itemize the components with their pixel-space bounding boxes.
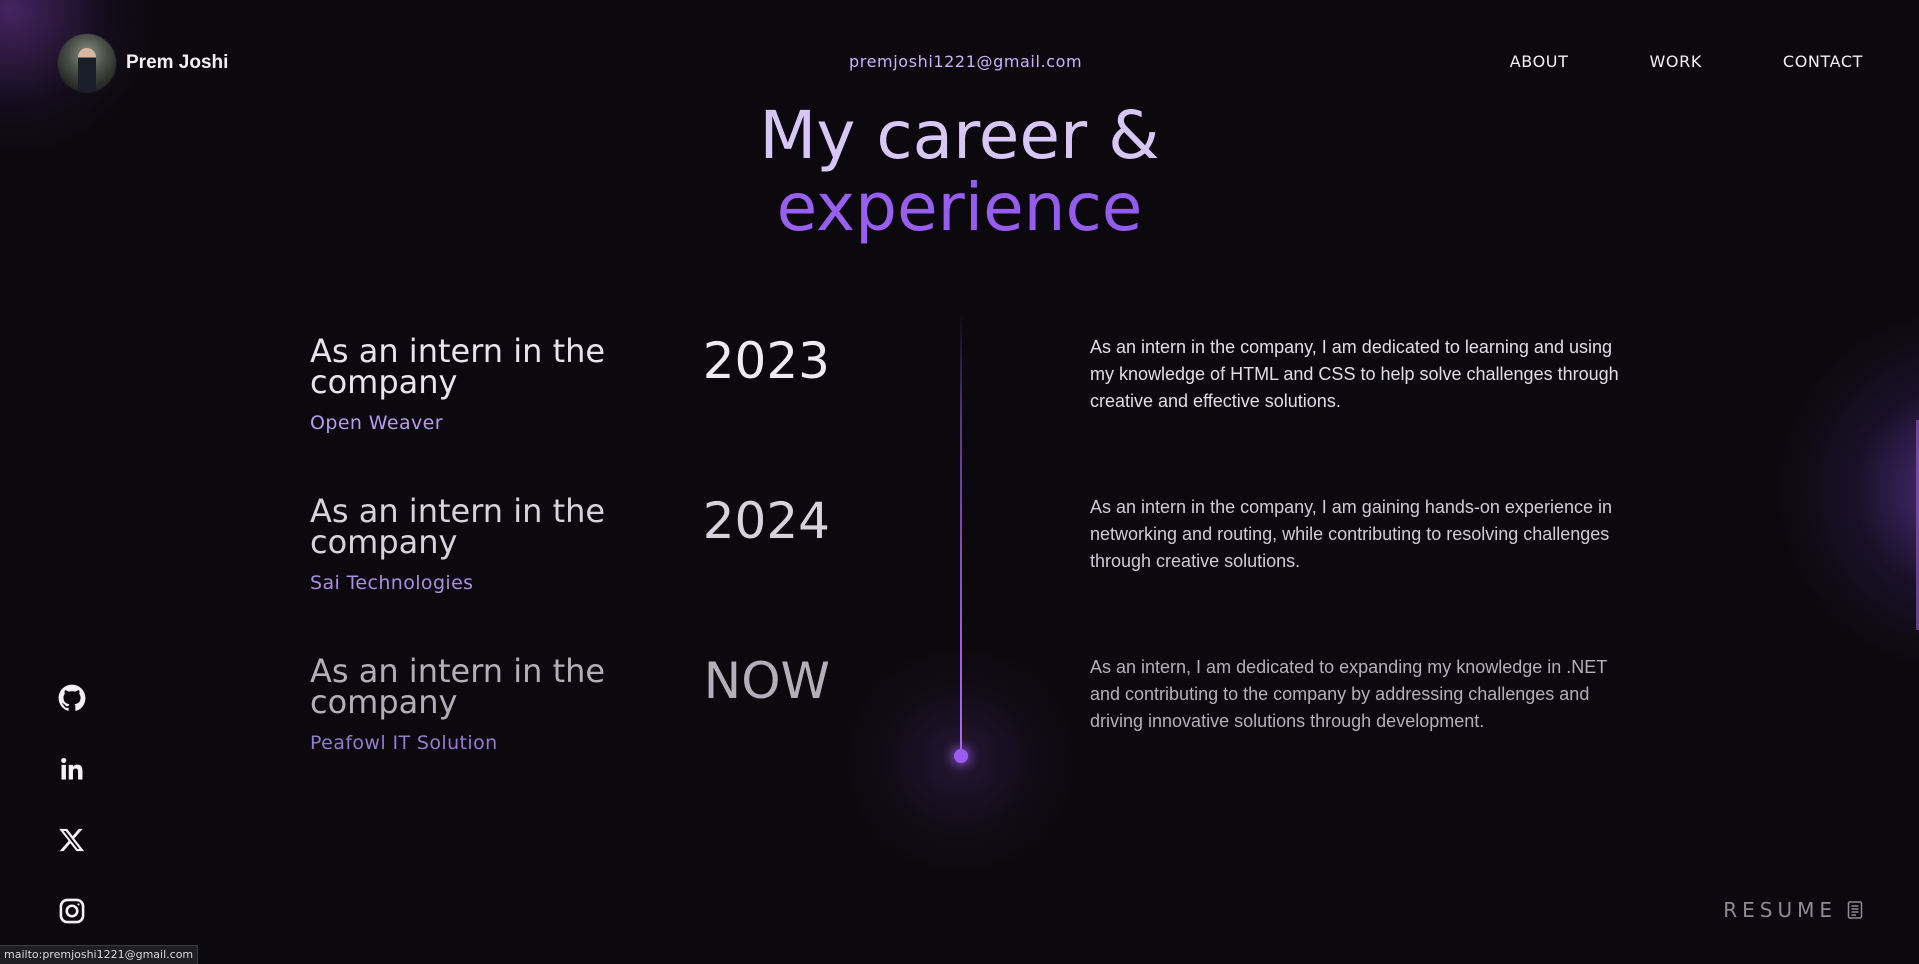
x-twitter-icon[interactable] — [58, 826, 86, 854]
brand-link[interactable]: Prem Joshi — [58, 34, 228, 92]
nav-work[interactable]: WORK — [1649, 52, 1701, 71]
instagram-icon[interactable] — [58, 897, 86, 925]
title-line-2: experience — [0, 172, 1919, 244]
title-line-1: My career & — [759, 97, 1160, 174]
ambient-glow-right — [1779, 300, 1919, 680]
experience-year: NOW — [703, 652, 830, 710]
experience-role: As an intern in the company — [310, 332, 606, 401]
main-nav: ABOUT WORK CONTACT — [1510, 52, 1863, 71]
timeline-line — [960, 312, 962, 756]
experience-company: Open Weaver — [310, 412, 443, 434]
status-bar: mailto:premjoshi1221@gmail.com — [0, 945, 199, 964]
experience-year: 2023 — [702, 332, 830, 390]
avatar — [58, 34, 116, 92]
nav-contact[interactable]: CONTACT — [1783, 52, 1863, 71]
site-header: Prem Joshi premjoshi1221@gmail.com ABOUT… — [0, 0, 1919, 110]
document-icon — [1847, 901, 1863, 919]
experience-year: 2024 — [702, 492, 830, 550]
github-icon[interactable] — [58, 684, 86, 712]
section-title: My career & experience — [0, 100, 1919, 244]
experience-description: As an intern, I am dedicated to expandin… — [1090, 657, 1607, 731]
linkedin-icon[interactable] — [58, 755, 86, 783]
experience-role: As an intern in the company — [310, 492, 606, 561]
email-link[interactable]: premjoshi1221@gmail.com — [849, 52, 1082, 71]
experience-description: As an intern in the company, I am dedica… — [1090, 337, 1619, 411]
brand-name: Prem Joshi — [126, 52, 229, 73]
timeline-dot — [954, 749, 968, 763]
experience-description: As an intern in the company, I am gainin… — [1090, 497, 1612, 571]
experience-company: Peafowl IT Solution — [310, 732, 498, 754]
experience-company: Sai Technologies — [310, 572, 474, 594]
social-links — [58, 684, 86, 925]
experience-role: As an intern in the company — [310, 652, 606, 721]
nav-about[interactable]: ABOUT — [1510, 52, 1569, 71]
resume-label: RESUME — [1723, 898, 1837, 922]
portfolio-page: Prem Joshi premjoshi1221@gmail.com ABOUT… — [0, 0, 1919, 964]
resume-link[interactable]: RESUME — [1723, 898, 1863, 922]
